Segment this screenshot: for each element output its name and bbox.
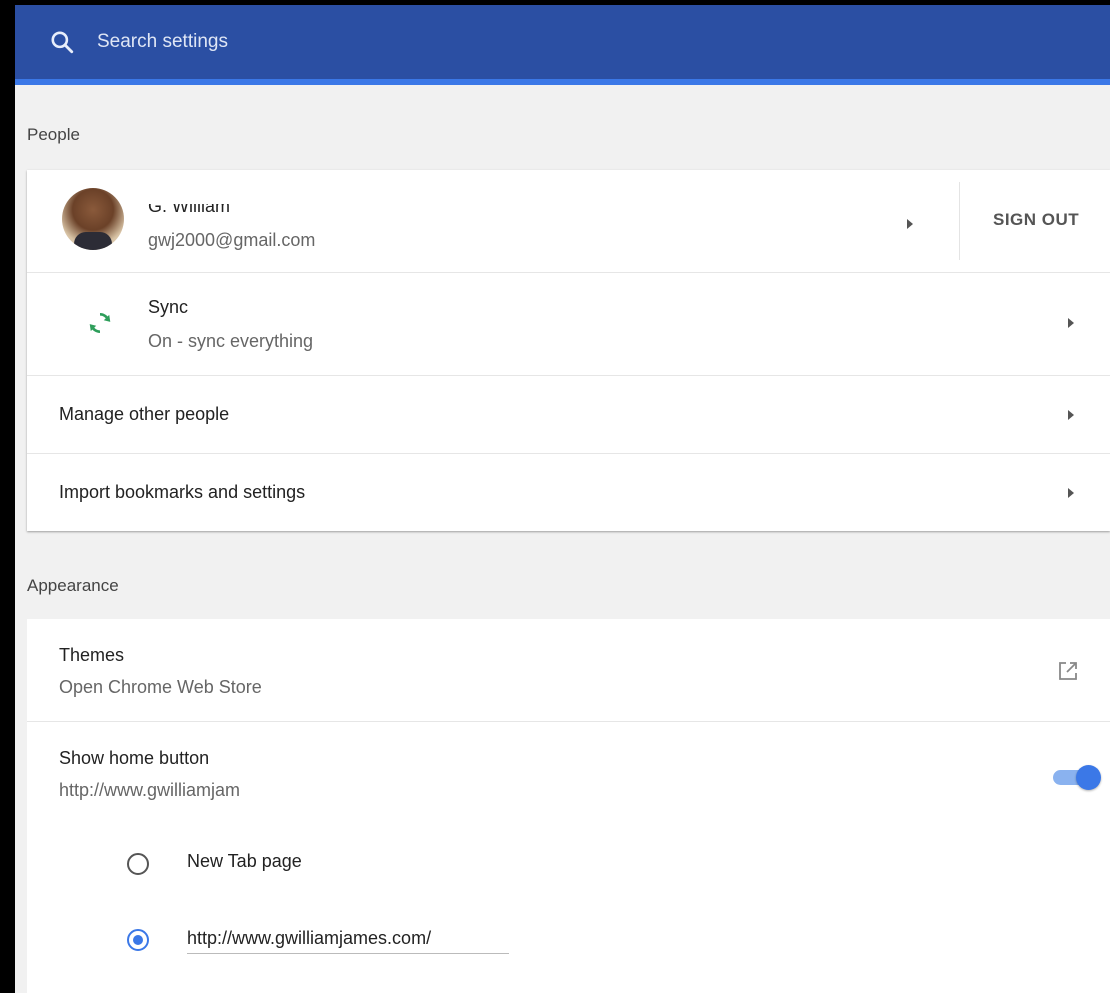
manage-people-label: Manage other people xyxy=(59,404,230,424)
import-bookmarks-label: Import bookmarks and settings xyxy=(59,482,306,502)
account-email: gwj2000@gmail.com xyxy=(148,230,316,250)
avatar xyxy=(62,188,124,250)
people-card: G. William gwj2000@gmail.com SIGN OUT Sy… xyxy=(27,170,1110,531)
search-input[interactable] xyxy=(97,27,597,57)
sync-status: On - sync everything xyxy=(148,331,314,351)
manage-people-row[interactable]: Manage other people xyxy=(27,376,1110,454)
settings-header xyxy=(15,5,1110,85)
home-button-sub: http://www.gwilliamjames.com/ xyxy=(59,780,239,800)
custom-url-radio[interactable] xyxy=(127,929,149,951)
themes-sub: Open Chrome Web Store xyxy=(59,677,262,697)
divider xyxy=(959,182,960,260)
sign-out-button[interactable]: SIGN OUT xyxy=(993,210,1079,230)
new-tab-radio[interactable] xyxy=(127,853,149,875)
home-button-toggle[interactable] xyxy=(1053,765,1101,790)
import-bookmarks-row[interactable]: Import bookmarks and settings xyxy=(27,454,1110,531)
chevron-right-icon[interactable] xyxy=(1068,318,1074,328)
settings-window: People G. William gwj2000@gmail.com SIGN… xyxy=(15,5,1110,993)
new-tab-label: New Tab page xyxy=(187,851,302,871)
sync-icon xyxy=(89,313,111,333)
people-section-title: People xyxy=(27,125,80,144)
search-icon[interactable] xyxy=(49,29,75,55)
themes-label: Themes xyxy=(59,645,125,665)
themes-row[interactable]: Themes Open Chrome Web Store xyxy=(27,619,1110,722)
chevron-right-icon[interactable] xyxy=(1068,410,1074,420)
custom-url-input[interactable] xyxy=(187,924,509,954)
account-name: G. William xyxy=(148,196,230,216)
appearance-section-title: Appearance xyxy=(27,576,119,595)
chevron-right-icon[interactable] xyxy=(1068,488,1074,498)
sync-row[interactable]: Sync On - sync everything xyxy=(27,273,1110,376)
sync-label: Sync xyxy=(148,297,189,317)
account-row[interactable]: G. William gwj2000@gmail.com SIGN OUT xyxy=(27,170,1110,273)
chevron-right-icon[interactable] xyxy=(907,219,913,229)
open-in-new-icon[interactable] xyxy=(1056,659,1080,683)
home-button-label: Show home button xyxy=(59,748,210,768)
